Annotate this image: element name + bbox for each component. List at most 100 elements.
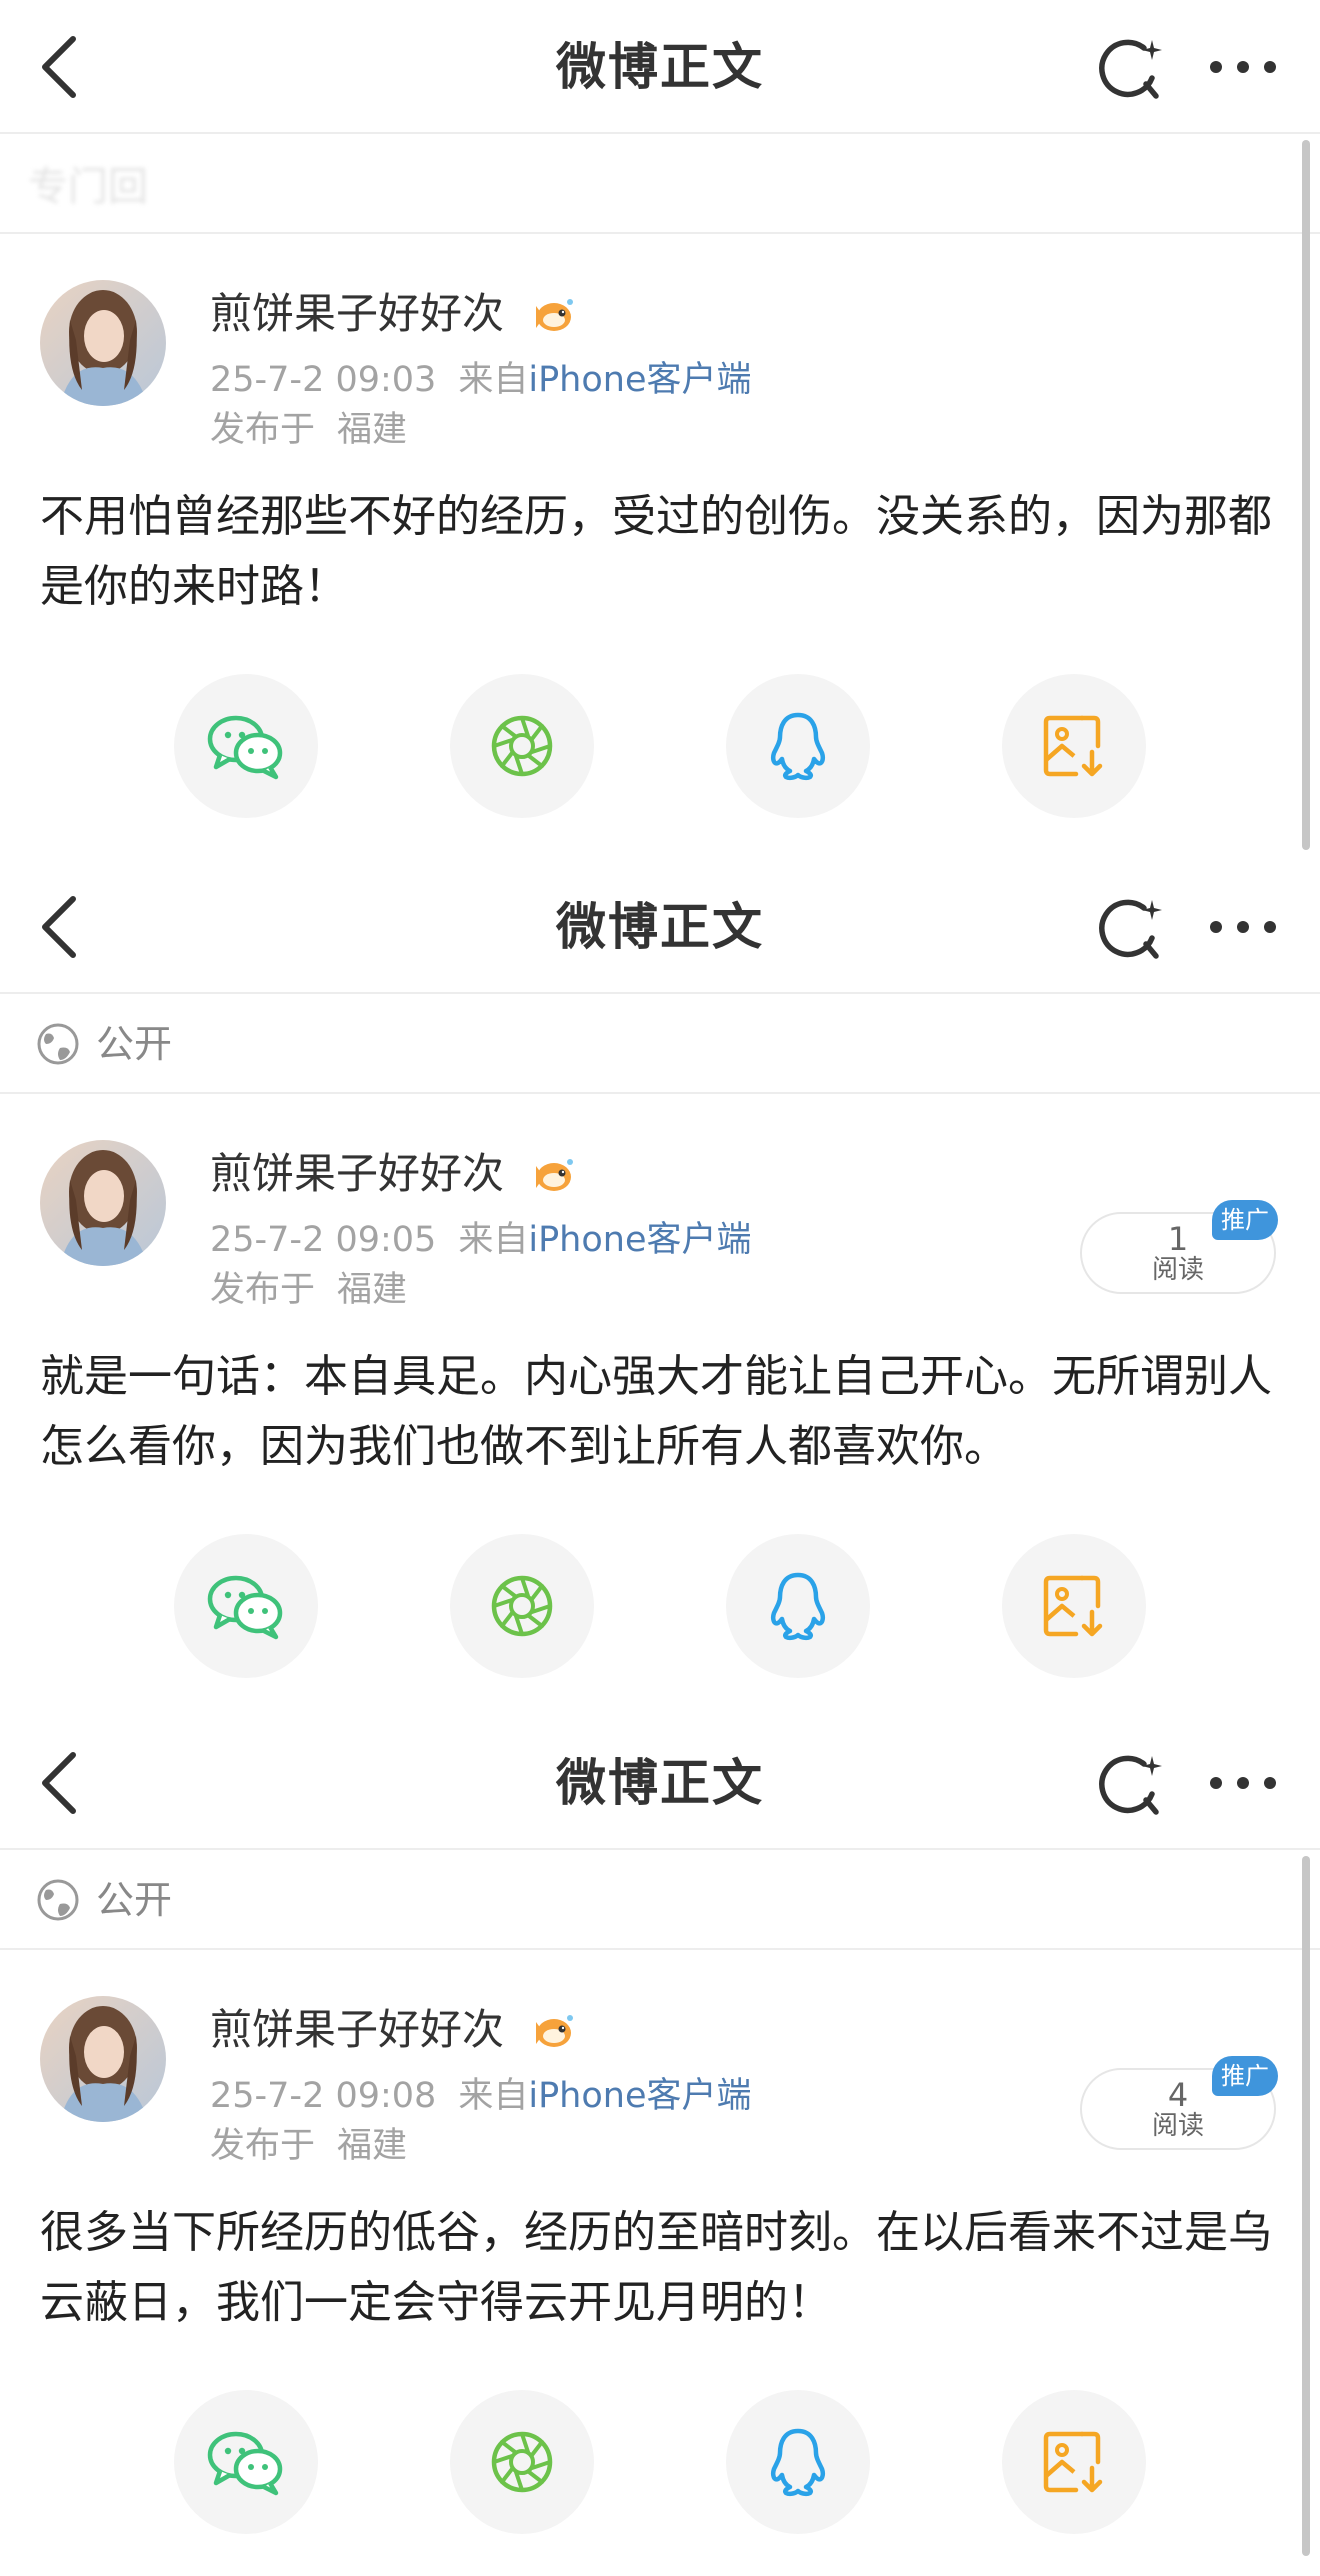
avatar[interactable] [40, 1996, 166, 2122]
avatar[interactable] [40, 1140, 166, 1266]
share-moments-button[interactable] [450, 2390, 594, 2534]
share-qq-button[interactable] [726, 2390, 870, 2534]
share-wechat-button[interactable] [174, 674, 318, 818]
refresh-button[interactable] [1090, 890, 1170, 970]
source-link[interactable]: iPhone客户端 [528, 1220, 751, 1260]
promote-badge[interactable]: 推广 [1212, 1200, 1278, 1240]
back-button[interactable] [22, 1746, 96, 1820]
post-text: 不用怕曾经那些不好的经历，受过的创伤。没关系的，因为那都是你的来时路！ [40, 491, 1272, 612]
refresh-sparkle-icon [1099, 899, 1162, 959]
globe-icon [37, 1023, 79, 1065]
visibility-bar: 公开 [0, 994, 1320, 1094]
weibo-detail-panel: 微博正文 公开 [0, 860, 1320, 1720]
back-button[interactable] [22, 30, 96, 104]
ellipsis-icon [1210, 1777, 1276, 1789]
nav-bar: 微博正文 [0, 1716, 1320, 1850]
share-row [0, 2390, 1320, 2536]
wechat-icon [207, 715, 283, 780]
more-options-button[interactable] [1200, 1748, 1286, 1818]
post-card: 煎饼果子好好次 25-7-2 09:05 来自iPhone客户端 发布于 福建 1 … [0, 1094, 1320, 1720]
back-button[interactable] [22, 890, 96, 964]
visibility-label: 公开 [96, 1022, 173, 1066]
wechat-icon [207, 2431, 283, 2496]
read-label: 阅读 [1151, 1255, 1204, 1285]
post-location: 发布于 福建 [210, 406, 407, 454]
refresh-sparkle-icon [1099, 39, 1162, 99]
qq-icon [770, 1572, 826, 1641]
share-qq-button[interactable] [726, 674, 870, 818]
fish-badge-icon [536, 2015, 573, 2047]
username[interactable]: 煎饼果子好好次 [210, 286, 504, 342]
refresh-button[interactable] [1090, 30, 1170, 110]
wechat-icon [207, 1575, 283, 1640]
username[interactable]: 煎饼果子好好次 [210, 2002, 504, 2058]
post-text: 很多当下所经历的低谷，经历的至暗时刻。在以后看来不过是乌云蔽日，我们一定会守得云… [40, 2207, 1272, 2328]
more-options-button[interactable] [1200, 892, 1286, 962]
visibility-label: 公开 [96, 1878, 173, 1922]
post-location: 发布于 福建 [210, 2122, 407, 2170]
username[interactable]: 煎饼果子好好次 [210, 1146, 504, 1202]
moments-icon [491, 715, 553, 777]
save-image-icon [1043, 715, 1103, 777]
location-prefix: 发布于 [210, 2126, 316, 2166]
share-row [0, 674, 1320, 820]
share-wechat-button[interactable] [174, 1534, 318, 1678]
faded-header-strip: 专门回 [0, 134, 1320, 234]
ellipsis-icon [1210, 921, 1276, 933]
nav-bar: 微博正文 [0, 0, 1320, 134]
source-prefix: 来自 [458, 2076, 529, 2116]
qq-icon [770, 712, 826, 781]
save-image-icon [1043, 2431, 1103, 2493]
share-moments-button[interactable] [450, 1534, 594, 1678]
fish-badge-icon [536, 1159, 573, 1191]
chevron-left-icon [42, 1752, 76, 1814]
post-text: 就是一句话：本自具足。内心强大才能让自己开心。无所谓别人怎么看你，因为我们也做不… [40, 1351, 1272, 1472]
post-card: 煎饼果子好好次 25-7-2 09:03 来自iPhone客户端 发布于 福建 不用… [0, 234, 1320, 860]
save-image-button[interactable] [1002, 674, 1146, 818]
share-row [0, 1534, 1320, 1680]
post-time: 25-7-2 09:05 [210, 1220, 437, 1260]
post-time: 25-7-2 09:08 [210, 2076, 437, 2116]
faded-text: 专门回 [28, 164, 148, 210]
location-value: 福建 [337, 410, 408, 450]
save-image-button[interactable] [1002, 1534, 1146, 1678]
fish-badge-icon [536, 299, 573, 331]
refresh-button[interactable] [1090, 1746, 1170, 1826]
source-link[interactable]: iPhone客户端 [528, 2076, 751, 2116]
weibo-detail-panel: 微博正文 公开 [0, 1716, 1320, 2576]
post-meta: 25-7-2 09:08 来自iPhone客户端 [210, 2072, 752, 2120]
scrollbar[interactable] [1302, 1856, 1310, 2556]
save-image-icon [1043, 1575, 1103, 1637]
share-wechat-button[interactable] [174, 2390, 318, 2534]
visibility-bar: 公开 [0, 1850, 1320, 1950]
source-prefix: 来自 [458, 360, 529, 400]
post-meta: 25-7-2 09:05 来自iPhone客户端 [210, 1216, 752, 1264]
chevron-left-icon [42, 896, 76, 958]
read-label: 阅读 [1151, 2111, 1204, 2141]
source-link[interactable]: iPhone客户端 [528, 360, 751, 400]
save-image-button[interactable] [1002, 2390, 1146, 2534]
post-time: 25-7-2 09:03 [210, 360, 437, 400]
chevron-left-icon [42, 36, 76, 98]
nav-bar: 微博正文 [0, 860, 1320, 994]
location-value: 福建 [337, 1270, 408, 1310]
share-moments-button[interactable] [450, 674, 594, 818]
ellipsis-icon [1210, 61, 1276, 73]
location-value: 福建 [337, 2126, 408, 2166]
post-location: 发布于 福建 [210, 1266, 407, 1314]
location-prefix: 发布于 [210, 1270, 316, 1310]
source-prefix: 来自 [458, 1220, 529, 1260]
more-options-button[interactable] [1200, 32, 1286, 102]
location-prefix: 发布于 [210, 410, 316, 450]
post-card: 煎饼果子好好次 25-7-2 09:08 来自iPhone客户端 发布于 福建 4 … [0, 1950, 1320, 2576]
post-meta: 25-7-2 09:03 来自iPhone客户端 [210, 356, 752, 404]
promote-badge[interactable]: 推广 [1212, 2056, 1278, 2096]
qq-icon [770, 2428, 826, 2497]
avatar-image [40, 1996, 166, 2122]
avatar-image [40, 280, 166, 406]
avatar[interactable] [40, 280, 166, 406]
scrollbar[interactable] [1302, 140, 1310, 850]
share-qq-button[interactable] [726, 1534, 870, 1678]
avatar-image [40, 1140, 166, 1266]
globe-icon [37, 1879, 79, 1921]
